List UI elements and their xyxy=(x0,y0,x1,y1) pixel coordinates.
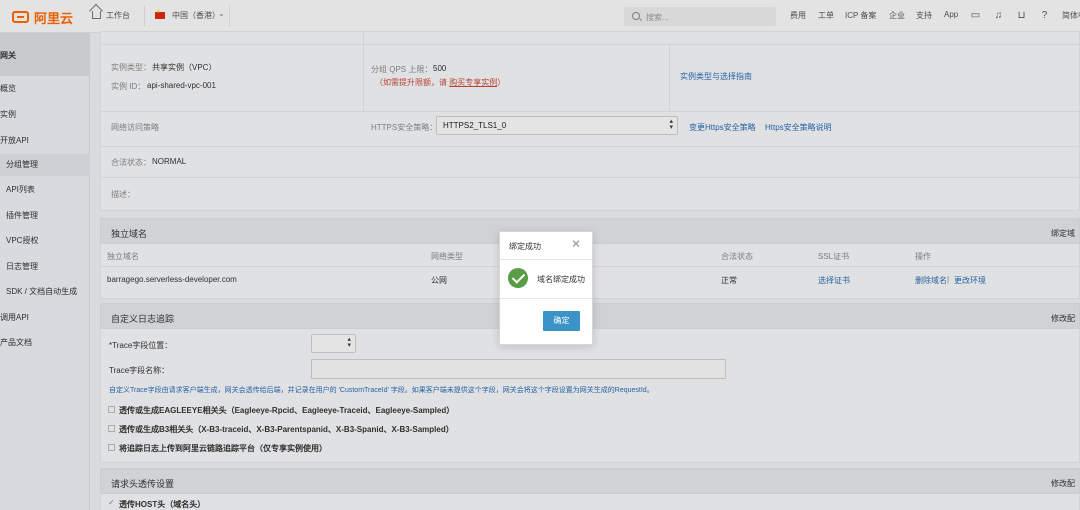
success-check-icon xyxy=(508,268,528,288)
dialog-title: 绑定成功 xyxy=(509,242,541,251)
dialog-message: 域名绑定成功 xyxy=(537,275,585,284)
confirm-button[interactable]: 确定 xyxy=(543,311,580,331)
bind-success-dialog: 绑定成功 ✕ 域名绑定成功 确定 xyxy=(499,231,593,345)
close-icon[interactable]: ✕ xyxy=(571,237,581,251)
